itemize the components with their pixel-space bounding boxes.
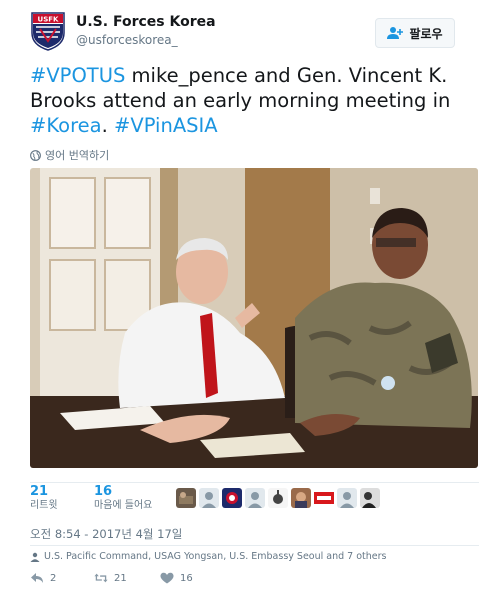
reply-count: 2	[50, 572, 57, 584]
globe-icon	[30, 149, 41, 161]
like-label: 마음에 들어요	[94, 500, 153, 511]
follow-button[interactable]: 팔로우	[375, 18, 455, 48]
retweet-stat[interactable]: 21 리트윗	[30, 484, 58, 512]
liker-avatar[interactable]	[337, 488, 357, 508]
retweet-action-count: 21	[114, 572, 127, 584]
liker-avatar[interactable]	[176, 488, 196, 508]
add-user-icon	[387, 27, 404, 39]
usfk-logo-avatar[interactable]: USFK	[30, 11, 66, 51]
tweet-text-segment: .	[101, 114, 115, 137]
liker-avatar[interactable]	[291, 488, 311, 508]
liker-avatar[interactable]	[199, 488, 219, 508]
liker-avatar[interactable]	[314, 488, 334, 508]
retweet-count: 21	[30, 484, 49, 499]
hashtag-vpinasia[interactable]: #VPinASIA	[114, 114, 218, 137]
reply-icon	[31, 573, 43, 583]
like-button[interactable]: 16	[160, 572, 193, 584]
translate-link[interactable]: 영어 번역하기	[30, 147, 109, 163]
person-icon	[30, 552, 40, 562]
like-count: 16	[94, 484, 113, 499]
follow-button-label: 팔로우	[409, 26, 443, 41]
retweet-label: 리트윗	[30, 500, 58, 511]
like-stat[interactable]: 16 마음에 들어요	[94, 484, 152, 512]
account-name[interactable]: U.S. Forces Korea	[76, 14, 216, 30]
liker-avatar[interactable]	[360, 488, 380, 508]
reply-button[interactable]: 2	[30, 572, 56, 584]
like-action-count: 16	[180, 572, 193, 584]
heart-icon	[160, 572, 174, 584]
hashtag-korea[interactable]: #Korea	[30, 114, 102, 137]
liker-avatar[interactable]	[268, 488, 288, 508]
liker-avatar[interactable]	[222, 488, 242, 508]
tagged-location[interactable]: U.S. Pacific Command, USAG Yongsan, U.S.…	[30, 551, 387, 562]
retweet-icon	[94, 573, 108, 583]
avatar-logo-text: USFK	[38, 16, 60, 24]
tweet-actions: 2 21 16	[30, 572, 479, 588]
engagement-stats: 21 리트윗 16 마음에 들어요	[30, 482, 479, 514]
retweet-button[interactable]: 21	[94, 572, 127, 584]
tweet-text: #VPOTUS mike_pence and Gen. Vincent K. B…	[30, 63, 480, 138]
divider	[30, 545, 479, 546]
hashtag-vpotus[interactable]: #VPOTUS	[30, 64, 125, 87]
tweet-header: USFK U.S. Forces Korea @usforceskorea_ 팔…	[0, 0, 499, 60]
liker-avatar[interactable]	[245, 488, 265, 508]
liker-avatars	[176, 488, 380, 508]
tweet-photo[interactable]	[30, 168, 478, 468]
tweet-timestamp[interactable]: 오전 8:54 - 2017년 4월 17일	[30, 526, 182, 542]
account-handle[interactable]: @usforceskorea_	[76, 33, 178, 47]
tagged-location-text: U.S. Pacific Command, USAG Yongsan, U.S.…	[44, 551, 387, 562]
translate-label: 영어 번역하기	[45, 149, 110, 162]
